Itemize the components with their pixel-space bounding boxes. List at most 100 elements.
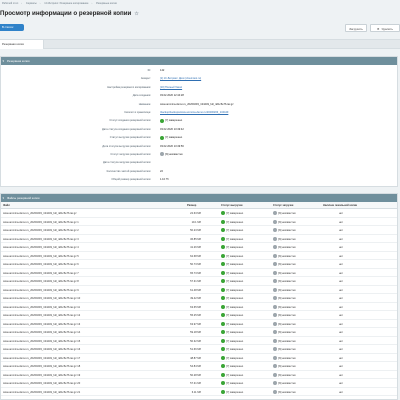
grey-dot-icon [273, 262, 277, 267]
grey-dot-icon [273, 279, 277, 284]
green-dot-icon [221, 347, 225, 352]
upload-status-text: [Y] завершено [226, 212, 244, 215]
table-row[interactable]: www.ammina-demo.ru_20200203_134449_full_… [1, 346, 397, 354]
table-row[interactable]: www.ammina-demo.ru_20200203_134449_full_… [1, 321, 397, 329]
files-panel-header[interactable]: ▾ Файлы резервной копии [1, 194, 397, 202]
file-size-cell: 49.42 Мб [190, 297, 201, 300]
table-row[interactable]: www.ammina-demo.ru_20200203_134449_full_… [1, 253, 397, 261]
file-size-cell: 50.23 Мб [190, 229, 201, 232]
download-status-text: [N] неизвестно [278, 305, 296, 309]
table-row[interactable]: www.ammina-demo.ru_20200203_134449_full_… [1, 227, 397, 235]
breadcrumb-item[interactable]: 1С-Битрикс: Резервное копирование [44, 2, 88, 5]
detail-value[interactable]: /backup/backups/www.ammina-demo.ru/20200… [160, 110, 228, 115]
download-status-text: [N] неизвестно [278, 348, 296, 351]
upload-status-cell: [Y] завершено [221, 261, 243, 269]
table-row[interactable]: www.ammina-demo.ru_20200203_134449_full_… [1, 244, 397, 252]
back-to-list-button[interactable]: В список [0, 24, 24, 31]
detail-label: Аккаунт: [140, 77, 151, 81]
green-dot-icon [221, 262, 225, 267]
table-row[interactable]: www.ammina-demo.ru_20200203_134449_full_… [1, 270, 397, 278]
detail-value[interactable]: [10] Полный бэкап [160, 85, 182, 90]
green-dot-icon [221, 313, 225, 318]
green-dot-icon [221, 211, 225, 216]
table-row[interactable]: www.ammina-demo.ru_20200203_134449_full_… [1, 338, 397, 346]
breadcrumb-item[interactable]: Рабочий стол [2, 2, 18, 5]
local-copy-cell: нет [339, 314, 343, 317]
green-dot-icon [221, 228, 225, 233]
detail-row: Дата создания: 03.02.2020 12:44:28 [1, 93, 397, 98]
detail-row: Дата статуса создания резервной копии: 03… [1, 127, 397, 132]
table-row[interactable]: www.ammina-demo.ru_20200203_134449_full_… [1, 329, 397, 337]
grey-dot-icon [273, 313, 277, 318]
table-row[interactable]: www.ammina-demo.ru_20200203_134449_full_… [1, 261, 397, 269]
upload-status-text: [Y] завершено [226, 271, 244, 275]
star-icon[interactable]: ☆ [134, 11, 138, 17]
table-row[interactable]: www.ammina-demo.ru_20200203_134449_full_… [1, 278, 397, 286]
green-dot-icon [221, 253, 225, 258]
detail-label: Статус создания резервной копии: [109, 119, 151, 123]
download-status-text: [N] неизвестно [278, 220, 296, 224]
detail-value[interactable]: [1] 1C-Битрикс: Диск (cloud.test.ru) [160, 76, 201, 81]
upload-status-cell: [Y] завершено [221, 329, 243, 337]
files-panel: ▾ Файлы резервной копии Файл Размер Стат… [0, 193, 398, 400]
download-status-cell: [N] неизвестно [273, 363, 296, 371]
green-dot-icon [221, 270, 225, 275]
local-copy-cell: нет [339, 237, 343, 241]
detail-value: 142 [160, 69, 165, 72]
table-row[interactable]: www.ammina-demo.ru_20200203_134449_full_… [1, 236, 397, 244]
file-size-cell: 57.31 Мб [190, 280, 201, 283]
table-row[interactable]: www.ammina-demo.ru_20200203_134449_full_… [1, 304, 397, 312]
file-name-cell: www.ammina-demo.ru_20200203_134449_full_… [3, 288, 79, 292]
column-header-size[interactable]: Размер [187, 202, 196, 209]
file-size-cell: 61.48 Мб [190, 288, 201, 292]
delete-button[interactable]: ✕ Удалить [370, 24, 400, 32]
page: Рабочий стол › Сервисы › 1С-Битрикс: Резер… [0, 0, 400, 400]
detail-label: Статус загрузки резервной копии: [110, 153, 151, 156]
local-copy-cell: нет [339, 373, 343, 377]
tab-backup[interactable]: Резервная копия [0, 40, 44, 49]
detail-status-text: [N] неизвестно [165, 153, 183, 156]
column-header-download-status[interactable]: Статус загрузки [273, 202, 293, 209]
download-status-cell: [N] неизвестно [273, 372, 296, 380]
table-row[interactable]: www.ammina-demo.ru_20200203_134449_full_… [1, 287, 397, 295]
page-title: Просмотр информации о резервной копии [0, 10, 132, 17]
table-row[interactable]: www.ammina-demo.ru_20200203_134449_full_… [1, 355, 397, 363]
table-row[interactable]: www.ammina-demo.ru_20200203_134449_full_… [1, 380, 397, 388]
green-dot-icon [221, 372, 225, 377]
file-name-cell: www.ammina-demo.ru_20200203_134449_full_… [3, 390, 81, 394]
download-status-text: [N] неизвестно [278, 339, 296, 343]
upload-status-text: [Y] завершено [226, 220, 244, 224]
file-size-cell: 48.87 Мб [190, 356, 201, 360]
reload-button[interactable]: Загрузить [345, 24, 367, 32]
grey-dot-icon [273, 211, 277, 216]
green-dot-icon [160, 135, 164, 140]
table-row[interactable]: www.ammina-demo.ru_20200203_134449_full_… [1, 372, 397, 380]
table-row[interactable]: www.ammina-demo.ru_20200203_134449_full_… [1, 219, 397, 227]
table-row[interactable]: www.ammina-demo.ru_20200203_134449_full_… [1, 312, 397, 320]
file-size-cell: 63.65 Мб [190, 305, 201, 309]
upload-status-text: [Y] завершено [226, 263, 244, 266]
detail-value: 22 [160, 169, 163, 173]
table-row[interactable]: www.ammina-demo.ru_20200203_134449_full_… [1, 295, 397, 303]
file-name-cell: www.ammina-demo.ru_20200203_134449_full_… [3, 254, 79, 258]
file-name-cell: www.ammina-demo.ru_20200203_134449_full_… [3, 280, 79, 283]
backup-panel-header[interactable]: ▾ Резервная копия [1, 57, 397, 65]
table-row[interactable]: www.ammina-demo.ru_20200203_134449_full_… [1, 363, 397, 371]
delete-button-label: Удалить [381, 27, 393, 31]
local-copy-cell: нет [339, 220, 343, 224]
table-row[interactable]: www.ammina-demo.ru_20200203_134449_full_… [1, 389, 397, 397]
upload-status-cell: [Y] завершено [221, 278, 243, 286]
column-header-local-copy[interactable]: Наличие локальной копии [323, 202, 357, 209]
column-header-file[interactable]: Файл [3, 202, 10, 209]
download-status-text: [N] неизвестно [278, 254, 296, 258]
breadcrumb-item[interactable]: Сервисы [26, 2, 37, 5]
file-name-cell: www.ammina-demo.ru_20200203_134449_full_… [3, 246, 79, 249]
file-size-cell: 59.18 Мб [190, 331, 201, 334]
column-header-upload-status[interactable]: Статус выгрузки [221, 202, 243, 209]
breadcrumb-item[interactable]: Резервные копии [96, 2, 117, 5]
table-row[interactable]: www.ammina-demo.ru_20200203_134449_full_… [1, 210, 397, 218]
download-status-cell: [N] неизвестно [273, 295, 296, 303]
local-copy-cell: нет [339, 356, 343, 360]
upload-status-text: [Y] завершено [226, 390, 244, 394]
download-status-cell: [N] неизвестно [273, 253, 296, 261]
